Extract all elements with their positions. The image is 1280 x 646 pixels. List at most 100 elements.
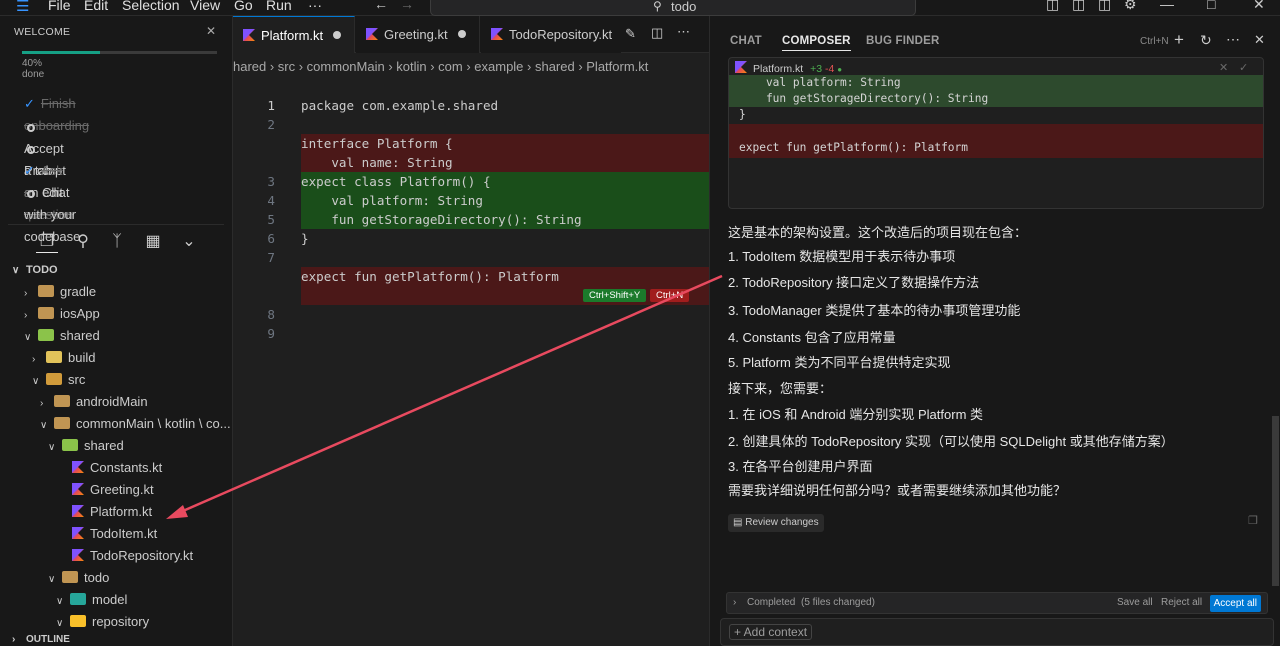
tree-folder-iosapp[interactable]: › iosApp [24,303,100,325]
code-line[interactable]: 8 [233,305,709,324]
tree-folder-repository[interactable]: ∨ repository [56,611,149,633]
folder-icon [38,285,54,297]
diff-header[interactable]: Platform.kt +3 -4 ● [735,61,842,75]
tab-composer[interactable]: COMPOSER [782,35,851,51]
outline-section[interactable]: › OUTLINE [12,634,70,646]
split-editor-icon[interactable]: ◫ [651,25,663,41]
explorer-root[interactable]: ∨ TODO [12,259,58,281]
message-line: 1. TodoItem 数据模型用于表示待办事项 [728,249,956,264]
toggle-sidebar-icon[interactable]: ◫ [1046,0,1059,13]
tab-todorepository[interactable]: TodoRepository.kt [481,16,621,53]
minimize-icon[interactable]: — [1160,0,1174,12]
code-line[interactable]: expect fun getPlatform(): Platform [301,267,709,286]
tree-folder-androidmain[interactable]: › androidMain [40,391,148,413]
tab-greeting[interactable]: Greeting.kt [356,16,480,53]
tree-file-todoitem[interactable]: TodoItem.kt [72,523,157,545]
back-arrow-icon[interactable]: ← [374,0,388,12]
tree-folder-model[interactable]: ∨ model [56,589,127,611]
chevron-right-icon: › [32,354,36,365]
accept-all-button[interactable]: Accept all [1209,595,1261,612]
code-line[interactable]: interface Platform { [301,134,709,153]
code-line[interactable]: 3 expect class Platform() { [267,172,709,191]
tree-folder-shared-inner[interactable]: ∨ shared [48,435,124,457]
code-line[interactable]: 7 [233,248,709,267]
history-icon[interactable]: ↻ [1200,32,1212,49]
diff-line: val platform: String [729,75,1263,91]
panel-scrollbar[interactable] [1272,416,1279,586]
task-finish-onboarding[interactable]: ✓ Finish onboarding [24,93,89,133]
menu-edit[interactable]: Edit [84,0,108,13]
tree-folder-todo[interactable]: ∨ todo [48,567,109,589]
forward-arrow-icon[interactable]: → [400,0,414,12]
search-icon[interactable]: ⚲ [72,231,94,253]
more-actions-icon[interactable]: ⋯ [677,24,690,40]
code-text: val platform: String [301,193,483,208]
tree-file-greeting[interactable]: Greeting.kt [72,479,154,501]
code-line[interactable]: 6} [233,229,709,248]
diff-text: } [739,108,746,121]
tree-folder-build[interactable]: › build [32,347,95,369]
maximize-icon[interactable]: □ [1207,0,1215,12]
review-label: Review changes [745,517,819,528]
line-number: 1 [267,98,275,113]
reject-all-button[interactable]: Reject all [1161,597,1202,608]
close-icon[interactable]: ✕ [1254,32,1265,48]
copy-icon[interactable]: ❐ [1248,514,1258,527]
code-line[interactable]: 9 [233,324,709,343]
toggle-secondary-sidebar-icon[interactable]: ◫ [1098,0,1111,13]
breadcrumb[interactable]: hared › src › commonMain › kotlin › com … [233,56,648,78]
edit-pencil-icon[interactable]: ✎ [625,26,636,42]
close-window-icon[interactable]: ✕ [1253,0,1265,13]
composer-input[interactable]: + Add context [720,618,1274,646]
chevron-down-icon: ∨ [56,618,64,629]
menu-more[interactable]: ··· [308,0,322,13]
more-icon[interactable]: ⋯ [1226,31,1240,48]
toggle-panel-icon[interactable]: ◫ [1072,0,1085,13]
task-chat-codebase[interactable]: Chat with your codebase [24,182,80,244]
code-line[interactable]: 2 [233,115,709,134]
tree-folder-shared[interactable]: ∨ shared [24,325,100,347]
tree-folder-commonmain[interactable]: ∨ commonMain \ kotlin \ co... [40,413,231,435]
extensions-icon[interactable]: ▦ [142,231,164,253]
check-icon: ✓ [24,96,35,111]
reject-shortcut-badge[interactable]: Ctrl+N [650,289,690,302]
tree-file-todorepository[interactable]: TodoRepository.kt [72,545,193,567]
code-line[interactable]: val name: String [301,153,709,172]
task-accept-tab[interactable]: Accept a tab [24,116,64,178]
task-ask-question[interactable]: ✓ Ask a question [24,160,73,222]
tree-folder-src[interactable]: ∨ src [32,369,85,391]
tab-chat[interactable]: CHAT [730,35,762,47]
add-icon[interactable]: + [1174,30,1184,50]
close-icon[interactable]: ✕ [206,24,216,38]
menu-run[interactable]: Run [266,0,292,13]
explorer-files-icon[interactable]: ❐ [36,231,58,253]
menu-file[interactable]: File [48,0,71,13]
code-line[interactable]: 1 package com.example.shared [233,96,709,115]
tab-bug-finder[interactable]: BUG FINDER [866,35,940,47]
tree-file-platform[interactable]: Platform.kt [72,501,152,523]
search-icon: ⚲ [653,0,662,13]
accept-shortcut-badge[interactable]: Ctrl+Shift+Y [583,289,647,302]
menu-view[interactable]: View [190,0,220,13]
search-input[interactable]: ⚲ todo [430,0,916,16]
circle-icon [27,145,35,154]
tree-file-constants[interactable]: Constants.kt [72,457,162,479]
task-prompt-edit[interactable]: Prompt an edit [24,138,66,200]
code-line[interactable]: 4 val platform: String [267,191,709,210]
chevron-right-icon: › [40,398,44,409]
menu-selection[interactable]: Selection [122,0,180,13]
add-context-button[interactable]: + Add context [729,624,813,640]
settings-gear-icon[interactable]: ⚙ [1124,0,1137,13]
review-changes-button[interactable]: ▤ Review changes [728,514,824,532]
save-all-button[interactable]: Save all [1117,597,1153,608]
tab-platform[interactable]: Platform.kt [233,16,355,53]
chevron-down-icon[interactable]: ⌄ [178,231,200,253]
menu-go[interactable]: Go [234,0,253,13]
source-control-icon[interactable]: ᛉ [106,231,128,253]
chevron-right-icon[interactable]: › [733,597,736,608]
code-line[interactable] [301,286,709,305]
code-line[interactable]: 5 fun getStorageDirectory(): String [267,210,709,229]
reject-file-icon[interactable]: ✕ [1219,61,1228,74]
accept-file-icon[interactable]: ✓ [1239,61,1248,74]
tree-folder-gradle[interactable]: › gradle [24,281,96,303]
